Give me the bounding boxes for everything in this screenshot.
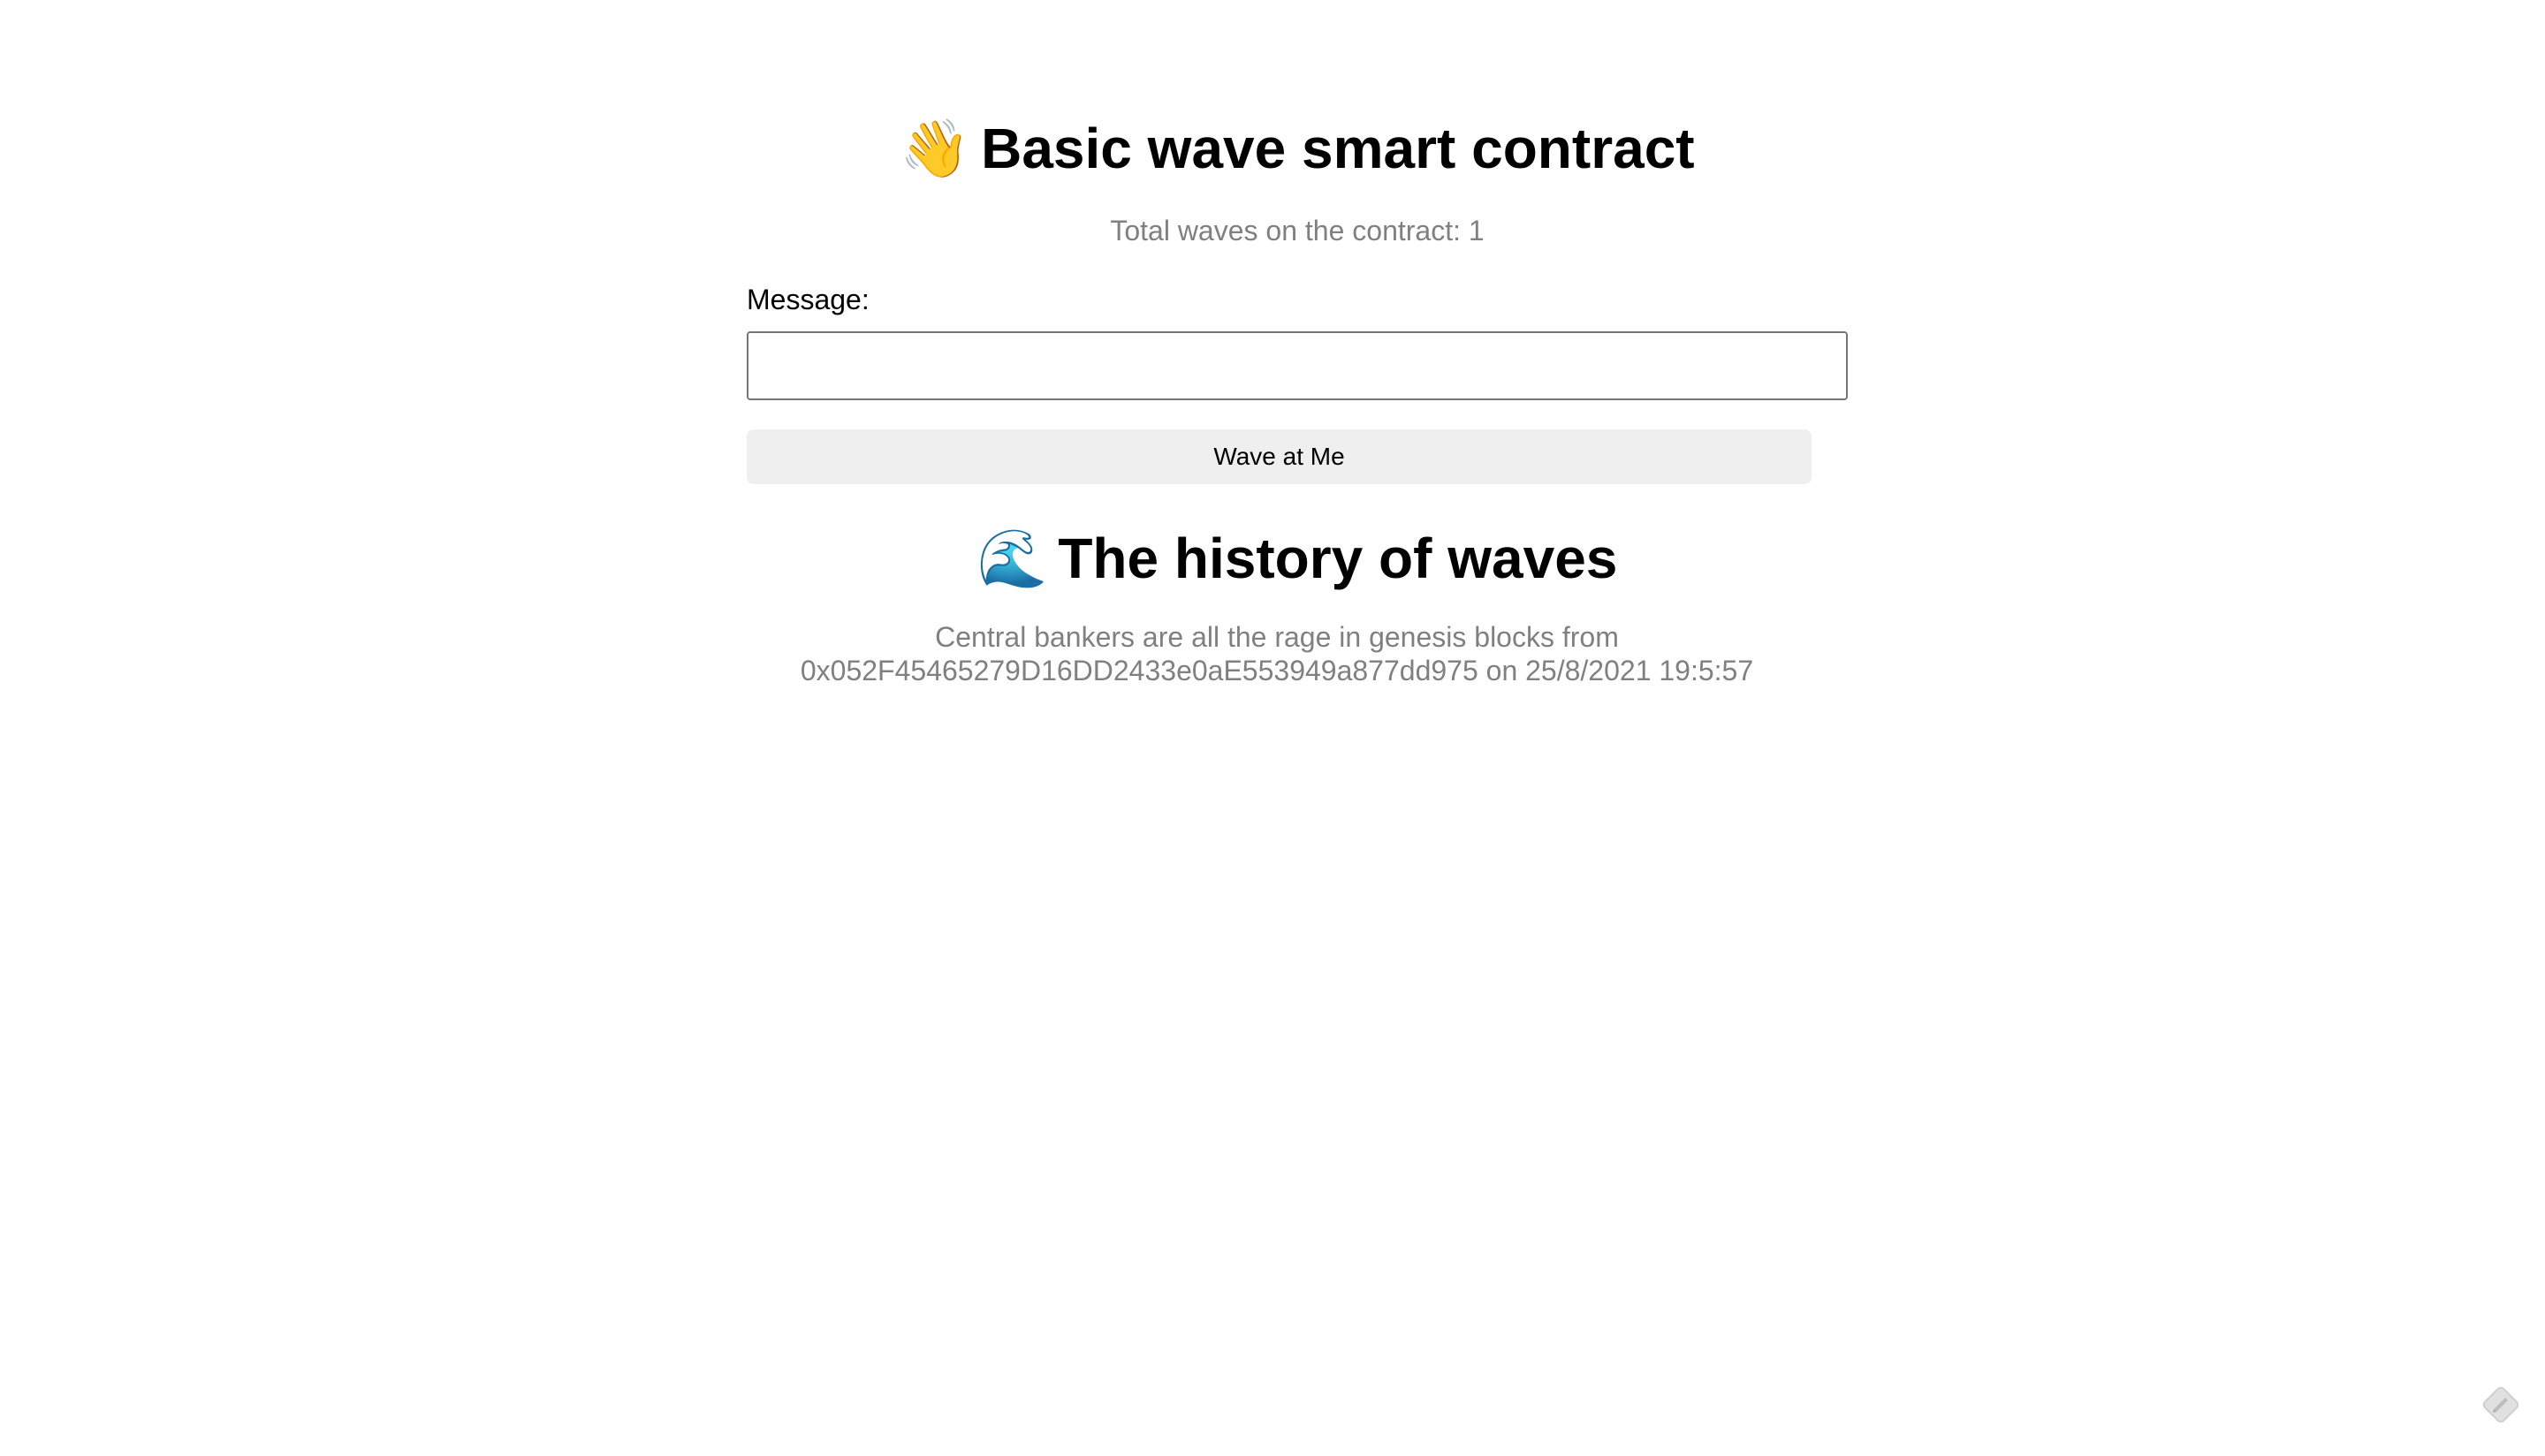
waving-hand-icon: 👋 <box>900 117 971 182</box>
page-title-text: Basic wave smart contract <box>981 117 1695 180</box>
history-title: 🌊 The history of waves <box>747 514 1848 603</box>
message-label: Message: <box>747 284 870 315</box>
page-title: 👋 Basic wave smart contract <box>747 104 1848 193</box>
wave-sender-and-time: 0x052F45465279D16DD2433e0aE553949a877dd9… <box>800 655 1754 686</box>
feedback-pencil-icon[interactable] <box>2479 1383 2523 1427</box>
wave-at-me-button[interactable]: Wave at Me <box>747 429 1812 484</box>
total-waves-count: Total waves on the contract: 1 <box>1110 215 1485 246</box>
history-title-text: The history of waves <box>1058 527 1618 590</box>
message-input[interactable] <box>747 331 1848 400</box>
ocean-wave-icon: 🌊 <box>976 527 1048 592</box>
wave-message: Central bankers are all the rage in gene… <box>935 621 1619 653</box>
wave-list-item: Central bankers are all the rage in gene… <box>747 620 1807 687</box>
page: 👋 Basic wave smart contract Total waves o… <box>0 0 2545 1456</box>
